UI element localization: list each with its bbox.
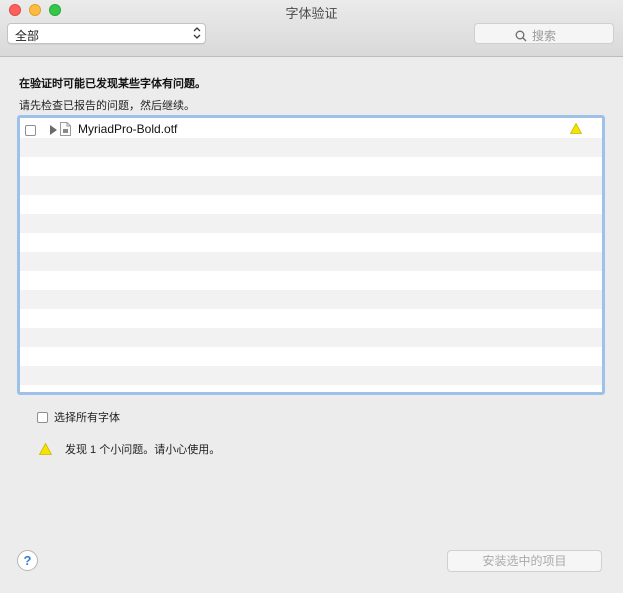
install-selected-button[interactable]: 安装选中的项目	[447, 550, 602, 572]
font-list-row[interactable]: MyriadPro-Bold.otf	[20, 119, 602, 138]
filter-popup[interactable]: 全部	[7, 23, 206, 44]
disclosure-triangle-icon[interactable]	[50, 125, 57, 135]
issue-summary-text: 发现 1 个小问题。请小心使用。	[65, 444, 221, 456]
empty-row	[20, 271, 602, 290]
window-title: 字体验证	[285, 6, 338, 21]
select-all-label: 选择所有字体	[54, 412, 120, 424]
empty-row	[20, 366, 602, 385]
title-bar: 字体验证 全部 搜索	[0, 0, 623, 57]
filter-popup-value: 全部	[15, 29, 40, 43]
empty-row	[20, 328, 602, 347]
empty-row	[20, 157, 602, 176]
font-file-name: MyriadPro-Bold.otf	[78, 122, 178, 136]
font-file-icon	[60, 122, 71, 136]
empty-row	[20, 309, 602, 328]
search-field[interactable]: 搜索	[474, 23, 614, 44]
issue-summary: 发现 1 个小问题。请小心使用。	[39, 441, 220, 457]
empty-row	[20, 347, 602, 366]
help-button[interactable]: ?	[17, 550, 38, 571]
font-list-rows: MyriadPro-Bold.otf	[20, 119, 602, 385]
empty-row	[20, 233, 602, 252]
empty-row	[20, 195, 602, 214]
instruction-text: 请先检查已报告的问题，然后继续。	[19, 100, 195, 112]
empty-row	[20, 138, 602, 157]
warning-icon	[570, 123, 582, 134]
select-all-fonts[interactable]: 选择所有字体	[37, 409, 120, 425]
empty-row	[20, 252, 602, 271]
font-list[interactable]: MyriadPro-Bold.otf	[17, 115, 605, 395]
select-all-checkbox[interactable]	[37, 411, 48, 423]
empty-row	[20, 290, 602, 309]
font-checkbox[interactable]	[25, 125, 36, 136]
font-validation-window: 字体验证 全部 搜索 在验证时可能已发现某些字体有问题。 请先检查已报告的问题，…	[0, 0, 623, 593]
search-placeholder: 搜索	[532, 29, 557, 43]
chevron-updown-icon	[193, 27, 201, 39]
warning-icon	[39, 443, 52, 455]
problem-heading: 在验证时可能已发现某些字体有问题。	[19, 78, 206, 90]
empty-row	[20, 214, 602, 233]
empty-row	[20, 176, 602, 195]
search-icon	[515, 30, 527, 41]
